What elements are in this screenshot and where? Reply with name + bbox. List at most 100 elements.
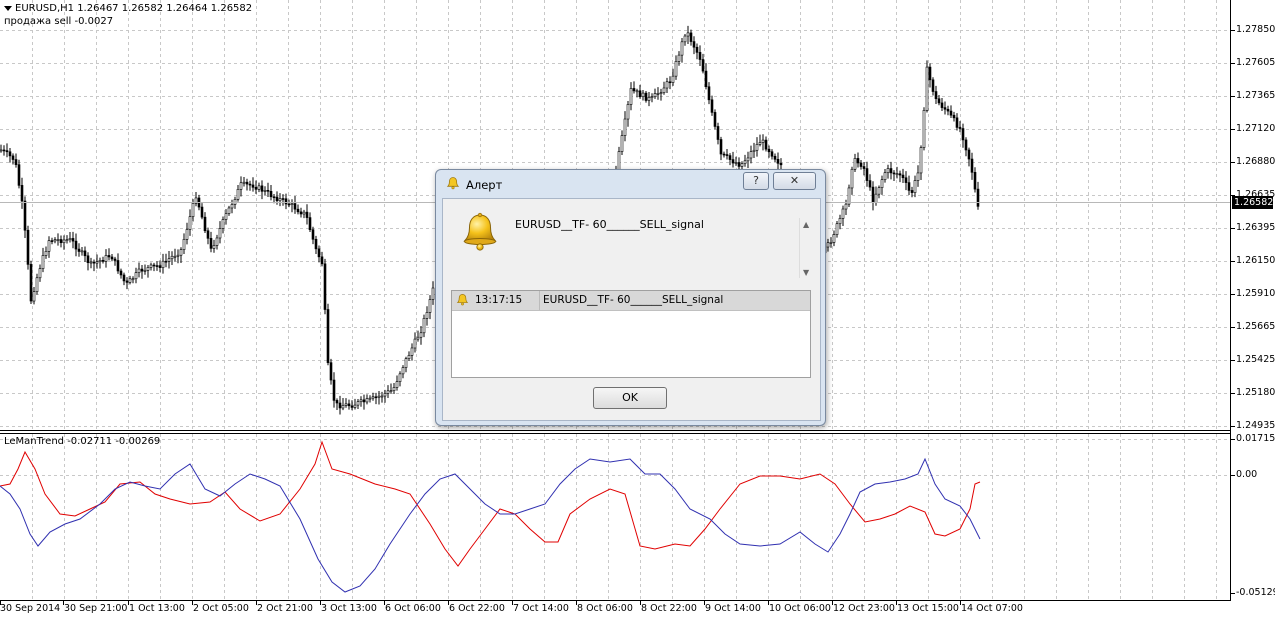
candle-body: [212, 245, 216, 249]
time-label: 8 Oct 06:00: [577, 603, 633, 614]
candle-body: [251, 184, 255, 188]
symbol-info: EURUSD,H1 1.26467 1.26582 1.26464 1.2658…: [4, 3, 252, 14]
time-label: 30 Sep 21:00: [64, 603, 128, 614]
candle-body: [719, 139, 723, 155]
candle-body: [377, 395, 381, 398]
candle-body: [632, 88, 636, 92]
candle-body: [686, 32, 690, 37]
candle-body: [167, 258, 171, 262]
alert-message: EURUSD__TF- 60______SELL_signal: [515, 218, 704, 231]
candle-body: [185, 229, 189, 240]
help-button[interactable]: ?: [743, 172, 769, 190]
candle-body: [841, 208, 845, 219]
candle-body: [239, 182, 243, 190]
chart-comment: продажа sell -0.0027: [4, 16, 114, 27]
candle-body: [293, 203, 297, 210]
candle-body: [674, 61, 678, 77]
candle-body: [835, 223, 839, 235]
candle-body: [272, 196, 276, 199]
candle-body: [122, 274, 126, 282]
candle-body: [859, 162, 863, 167]
candle-body: [248, 183, 252, 186]
candle-body: [889, 168, 893, 174]
candle-body: [353, 404, 357, 408]
price-tick: [1231, 294, 1235, 295]
time-label: 6 Oct 06:00: [385, 603, 441, 614]
candle-body: [362, 399, 366, 403]
candle-body: [770, 151, 774, 157]
candle-body: [62, 239, 66, 244]
candle-body: [416, 336, 420, 340]
price-scale-border: [1230, 0, 1231, 600]
candle-body: [29, 264, 33, 302]
candle-body: [853, 158, 857, 170]
candle-body: [86, 255, 90, 263]
candle-body: [671, 75, 675, 83]
candle-body: [146, 267, 150, 271]
candle-body: [257, 185, 261, 190]
ok-button[interactable]: OK: [593, 387, 667, 409]
candle-body: [728, 155, 732, 160]
candle-body: [281, 198, 285, 200]
candle-body: [641, 92, 645, 98]
time-label: 6 Oct 22:00: [449, 603, 505, 614]
candle-body: [943, 107, 947, 110]
log-row[interactable]: 13:17:15 EURUSD__TF- 60______SELL_signal: [452, 291, 810, 311]
price-label: 1.25665: [1236, 321, 1275, 332]
candle-body: [98, 260, 102, 263]
candle-body: [71, 238, 75, 242]
candle-body: [919, 147, 923, 174]
price-tick: [1231, 426, 1235, 427]
candle-body: [928, 66, 932, 81]
price-label: 1.26635: [1236, 189, 1275, 200]
candle-body: [191, 203, 195, 217]
candle-body: [386, 390, 390, 394]
alert-log-list[interactable]: 13:17:15 EURUSD__TF- 60______SELL_signal: [451, 290, 811, 378]
scroll-up-arrow-icon[interactable]: ▲: [803, 220, 809, 229]
candle-body: [335, 400, 339, 404]
candle-body: [880, 179, 884, 188]
candle-body: [11, 155, 15, 160]
candle-body: [725, 154, 729, 156]
candle-body: [53, 239, 57, 242]
price-label: 1.26880: [1236, 156, 1275, 167]
candle-body: [35, 277, 39, 292]
candle-body: [868, 180, 872, 188]
candle-body: [650, 96, 654, 99]
large-bell-icon: [459, 212, 501, 257]
candle-body: [383, 393, 387, 397]
candle-body: [419, 332, 423, 338]
price-tick: [1231, 393, 1235, 394]
indicator-pane[interactable]: LeManTrend -0.02711 -0.00269: [0, 434, 1230, 599]
candle-body: [107, 255, 111, 258]
candle-body: [164, 260, 168, 263]
candle-body: [200, 206, 204, 218]
log-time: 13:17:15: [475, 294, 523, 306]
candle-body: [776, 158, 780, 164]
candle-body: [755, 144, 759, 151]
candle-body: [907, 182, 911, 191]
candle-body: [320, 256, 324, 265]
price-tick: [1231, 195, 1235, 196]
pane-separator[interactable]: [0, 430, 1230, 431]
candle-body: [89, 261, 93, 264]
candle-body: [713, 112, 717, 127]
candle-body: [740, 163, 744, 167]
dialog-title-bar[interactable]: Алерт: [446, 174, 502, 196]
scroll-down-arrow-icon[interactable]: ▼: [803, 268, 809, 277]
candle-body: [916, 172, 920, 181]
candle-body: [952, 114, 956, 119]
dialog-body: EURUSD__TF- 60______SELL_signal ▲ ▼ 13:1…: [442, 198, 821, 421]
price-tick: [1231, 129, 1235, 130]
candle-body: [0, 149, 3, 152]
close-button[interactable]: ✕: [773, 172, 816, 190]
candle-body: [659, 92, 663, 94]
candle-body: [392, 387, 396, 391]
candle-body: [5, 150, 9, 153]
price-tick: [1231, 30, 1235, 31]
time-label: 10 Oct 06:00: [769, 603, 831, 614]
candle-body: [635, 90, 639, 93]
candle-body: [973, 172, 977, 190]
candle-body: [422, 318, 426, 334]
price-label: 1.25910: [1236, 288, 1275, 299]
